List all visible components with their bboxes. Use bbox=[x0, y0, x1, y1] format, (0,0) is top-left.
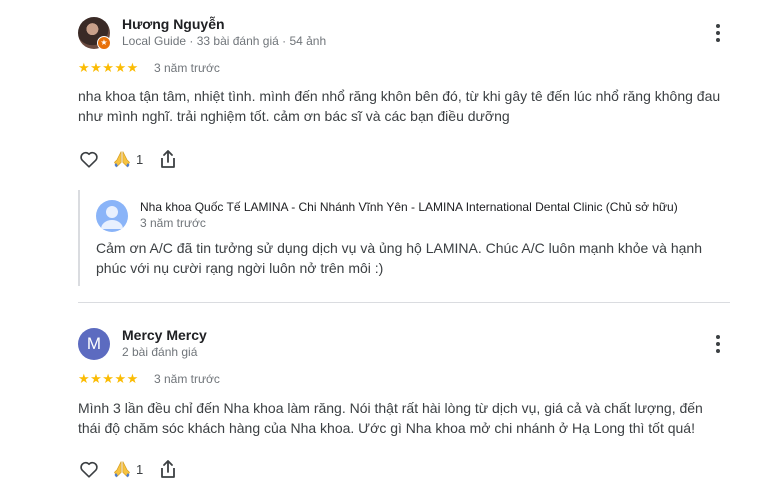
praying-hands-icon bbox=[114, 151, 130, 168]
more-vertical-icon-dot bbox=[716, 349, 720, 353]
more-vertical-icon-dot bbox=[716, 31, 720, 35]
more-vertical-icon bbox=[716, 335, 720, 339]
review-text: Mình 3 lần đều chỉ đến Nha khoa làm răng… bbox=[78, 400, 703, 436]
owner-name: Nha khoa Quốc Tế LAMINA - Chi Nhánh Vĩnh… bbox=[140, 200, 678, 214]
like-button[interactable] bbox=[78, 148, 100, 170]
review-time: 3 năm trước bbox=[154, 61, 220, 75]
reply-text: Cảm ơn A/C đã tin tưởng sử dụng dịch vụ … bbox=[96, 240, 702, 276]
more-options-button[interactable] bbox=[708, 21, 728, 45]
heart-outline-icon bbox=[80, 461, 98, 478]
reaction-button[interactable]: 1 bbox=[112, 148, 143, 170]
more-vertical-icon bbox=[716, 24, 720, 28]
review-card: M Mercy Mercy 2 bài đánh giá ★★★★★ 3 năm… bbox=[0, 304, 781, 499]
owner-avatar bbox=[96, 200, 128, 232]
reviewer-avatar[interactable]: M bbox=[78, 328, 110, 360]
reaction-count: 1 bbox=[136, 151, 144, 167]
share-icon bbox=[161, 150, 175, 168]
review-time: 3 năm trước bbox=[154, 372, 220, 386]
review-card: ★ Hương Nguyễn Local Guide · 33 bài đánh… bbox=[0, 0, 781, 300]
share-button[interactable] bbox=[158, 148, 178, 170]
share-button[interactable] bbox=[158, 458, 178, 480]
star-rating: ★★★★★ bbox=[78, 371, 139, 386]
reply-indent-bar bbox=[78, 190, 80, 286]
reaction-button[interactable]: 1 bbox=[112, 458, 143, 480]
reply-time: 3 năm trước bbox=[140, 216, 206, 230]
review-text: nha khoa tận tâm, nhiệt tình. mình đến n… bbox=[78, 88, 721, 124]
more-vertical-icon-dot bbox=[716, 38, 720, 42]
local-guide-star-icon: ★ bbox=[97, 36, 111, 50]
more-options-button[interactable] bbox=[708, 332, 728, 356]
reviewer-name[interactable]: Mercy Mercy bbox=[122, 327, 207, 343]
reviewer-meta[interactable]: 2 bài đánh giá bbox=[122, 345, 197, 359]
reviewer-name[interactable]: Hương Nguyễn bbox=[122, 16, 225, 32]
heart-outline-icon bbox=[80, 151, 98, 168]
share-icon bbox=[161, 460, 175, 478]
review-divider bbox=[78, 302, 730, 303]
more-vertical-icon-dot bbox=[716, 342, 720, 346]
like-button[interactable] bbox=[78, 458, 100, 480]
reaction-count: 1 bbox=[136, 461, 144, 477]
person-icon bbox=[101, 206, 123, 229]
reviewer-meta[interactable]: Local Guide · 33 bài đánh giá · 54 ảnh bbox=[122, 34, 326, 48]
star-rating: ★★★★★ bbox=[78, 60, 139, 75]
praying-hands-icon bbox=[114, 461, 130, 478]
